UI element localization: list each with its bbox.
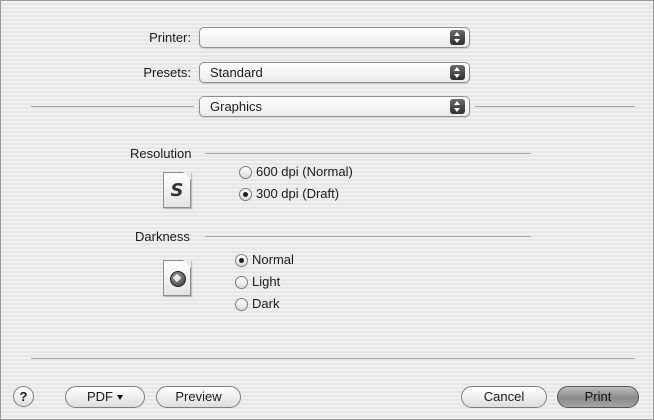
document-s-icon: S [163, 172, 191, 208]
panel-separator-right [475, 106, 635, 107]
preview-button[interactable]: Preview [156, 386, 241, 408]
presets-label: Presets: [143, 65, 191, 80]
help-button[interactable]: ? [13, 386, 34, 407]
presets-popup[interactable]: Standard [199, 62, 470, 83]
panel-popup[interactable]: Graphics [199, 96, 470, 117]
radio-label: 300 dpi (Draft) [256, 186, 340, 201]
print-dialog: Printer: Presets: Standard Graphics Reso… [0, 0, 654, 420]
radio-button-icon [235, 254, 248, 267]
darkness-separator [205, 236, 531, 237]
pdf-button-label: PDF [87, 389, 113, 404]
cancel-button[interactable]: Cancel [461, 386, 547, 408]
triangle-down-icon [117, 395, 123, 401]
document-s-letter: S [170, 180, 184, 201]
radio-label: Normal [252, 252, 294, 267]
radio-button-icon [235, 298, 248, 311]
document-globe-icon [163, 260, 191, 296]
radio-label: Light [252, 274, 281, 289]
printer-popup[interactable] [199, 27, 470, 48]
radio-button-icon [239, 188, 252, 201]
darkness-heading: Darkness [135, 229, 190, 244]
globe-icon [170, 271, 186, 287]
bottom-separator [31, 358, 635, 359]
radio-button-icon [239, 166, 252, 179]
resolution-separator [205, 153, 531, 154]
panel-value: Graphics [210, 99, 263, 114]
resolution-heading: Resolution [130, 146, 192, 161]
up-down-arrows-icon [450, 65, 465, 80]
radio-label: 600 dpi (Normal) [256, 164, 353, 179]
pdf-button[interactable]: PDF [65, 386, 145, 408]
presets-value: Standard [210, 65, 263, 80]
radio-button-icon [235, 276, 248, 289]
up-down-arrows-icon [450, 30, 465, 45]
up-down-arrows-icon [450, 99, 465, 114]
print-button[interactable]: Print [557, 386, 639, 408]
radio-label: Dark [252, 296, 280, 311]
panel-separator-left [31, 106, 194, 107]
printer-label: Printer: [149, 30, 191, 45]
